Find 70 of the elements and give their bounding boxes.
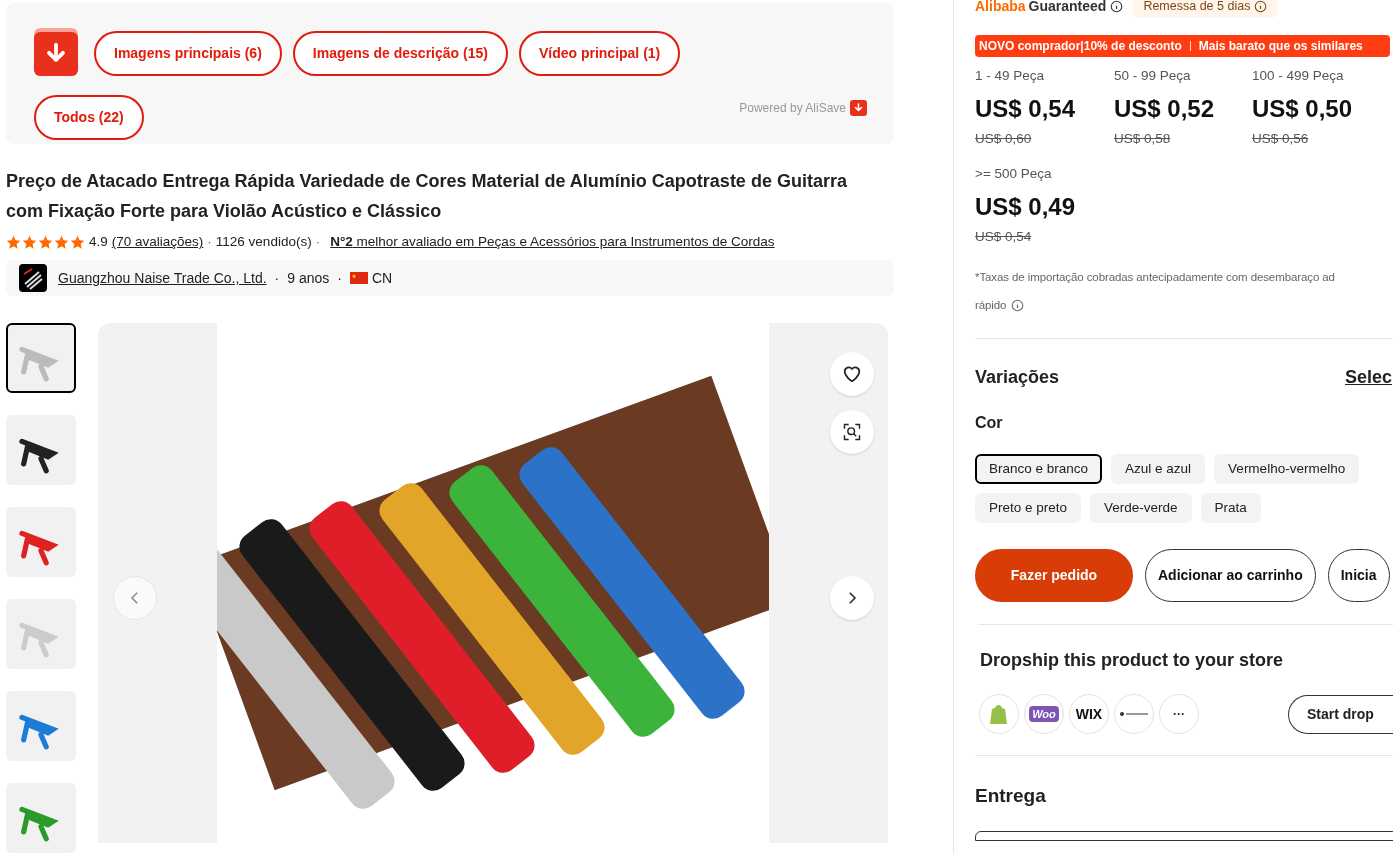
country-code: CN	[371, 268, 393, 288]
platform-button[interactable]: ···	[1159, 694, 1199, 734]
filter-button[interactable]: Imagens de descrição (15)	[292, 31, 508, 76]
platform-button[interactable]: Woo	[1024, 694, 1064, 734]
action-button[interactable]: Adicionar ao carrinho	[1145, 549, 1316, 602]
color-option[interactable]: Preto e preto	[975, 493, 1082, 523]
seller-name-link[interactable]: Guangzhou Naise Trade Co., Ltd.	[58, 267, 267, 289]
filter-button[interactable]: Vídeo principal (1)	[518, 31, 681, 76]
color-option[interactable]: Prata	[1200, 493, 1261, 523]
quantity-range: >= 500 Peça	[975, 164, 1053, 183]
section-title: Variações	[975, 366, 1060, 389]
color-option[interactable]: Branco e branco	[975, 454, 1103, 484]
color-option[interactable]: Azul e azul	[1111, 454, 1206, 484]
rating-value: 4.9	[89, 233, 108, 251]
alisave-logo-icon	[850, 100, 867, 116]
thumbnail[interactable]	[6, 599, 76, 669]
quantity-range: 100 - 499 Peça	[1252, 67, 1345, 85]
price: US$ 0,49	[975, 191, 1077, 222]
original-price: US$ 0,54	[975, 227, 1033, 246]
action-button[interactable]: Inicia	[1327, 549, 1390, 602]
flag-icon	[349, 272, 368, 285]
separator-dot: ·	[337, 268, 342, 288]
promo-text: Mais barato que os similares	[1198, 38, 1363, 55]
price: US$ 0,54	[975, 94, 1077, 125]
original-price: US$ 0,56	[1252, 130, 1310, 149]
brand-label: Alibaba	[975, 0, 1026, 16]
seller-years: 9 anos	[287, 268, 330, 288]
info-icon[interactable]	[1254, 0, 1268, 13]
guaranteed-label: Guaranteed	[1028, 0, 1107, 16]
price: US$ 0,50	[1252, 94, 1354, 125]
download-icon[interactable]	[34, 31, 78, 76]
quantity-range: 50 - 99 Peça	[1114, 67, 1192, 85]
reviews-link[interactable]: (70 avaliações)	[111, 232, 204, 253]
separator-dot: ·	[315, 233, 321, 251]
filter-button[interactable]: Todos (22)	[34, 95, 144, 140]
separator-dot: ·	[274, 268, 280, 288]
order-button[interactable]: Fazer pedido	[975, 549, 1133, 602]
filter-button[interactable]: Imagens principais (6)	[94, 31, 282, 76]
tax-note: *Taxas de importação cobradas antecipadamente com desembaraço ad	[975, 270, 1335, 285]
ranking-link[interactable]: N°2 melhor avaliado em Peças e Acessórios para Instrumentos de Cordas	[330, 232, 775, 253]
image-search-button[interactable]	[830, 410, 874, 454]
select-link[interactable]: Selec	[1344, 364, 1392, 391]
original-price: US$ 0,60	[975, 130, 1033, 149]
info-icon[interactable]	[1011, 298, 1025, 312]
favorite-button[interactable]	[830, 352, 874, 396]
seller-logo-icon	[19, 264, 47, 293]
color-option[interactable]: Verde-verde	[1090, 493, 1192, 523]
tax-note: rápido	[975, 298, 1007, 313]
image-search-icon	[842, 422, 862, 442]
section-title: Dropship this product to your store	[980, 649, 1284, 672]
sold-count: 1126 vendido(s)	[215, 233, 312, 251]
info-icon[interactable]	[1110, 0, 1124, 13]
option-group-label: Cor	[975, 413, 1004, 433]
quantity-range: 1 - 49 Peça	[975, 67, 1046, 85]
color-option[interactable]: Vermelho-vermelho	[1214, 454, 1360, 484]
thumbnail[interactable]	[6, 415, 76, 485]
promo-text: NOVO comprador|10% de desconto	[979, 38, 1182, 55]
price: US$ 0,52	[1114, 94, 1216, 125]
thumbnail[interactable]	[6, 691, 76, 761]
store-logo-icon[interactable]	[1114, 694, 1154, 734]
thumbnail[interactable]	[6, 783, 76, 853]
separator-dot: ·	[207, 233, 212, 251]
original-price: US$ 0,58	[1114, 130, 1172, 149]
powered-by-text: Powered by AliSave	[739, 100, 846, 117]
thumbnail[interactable]	[6, 323, 76, 393]
product-title: Preço de Atacado Entrega Rápida Variedade de Cores Material de Alumínio Capotraste de Guitarra com Fixação Forte para Violão Acústico e Clássico	[6, 170, 848, 223]
section-title: Entrega	[975, 784, 1047, 808]
shipping-label: Remessa de 5 dias	[1143, 0, 1251, 15]
platform-button[interactable]: WIX	[1069, 694, 1109, 734]
thumbnail[interactable]	[6, 507, 76, 577]
